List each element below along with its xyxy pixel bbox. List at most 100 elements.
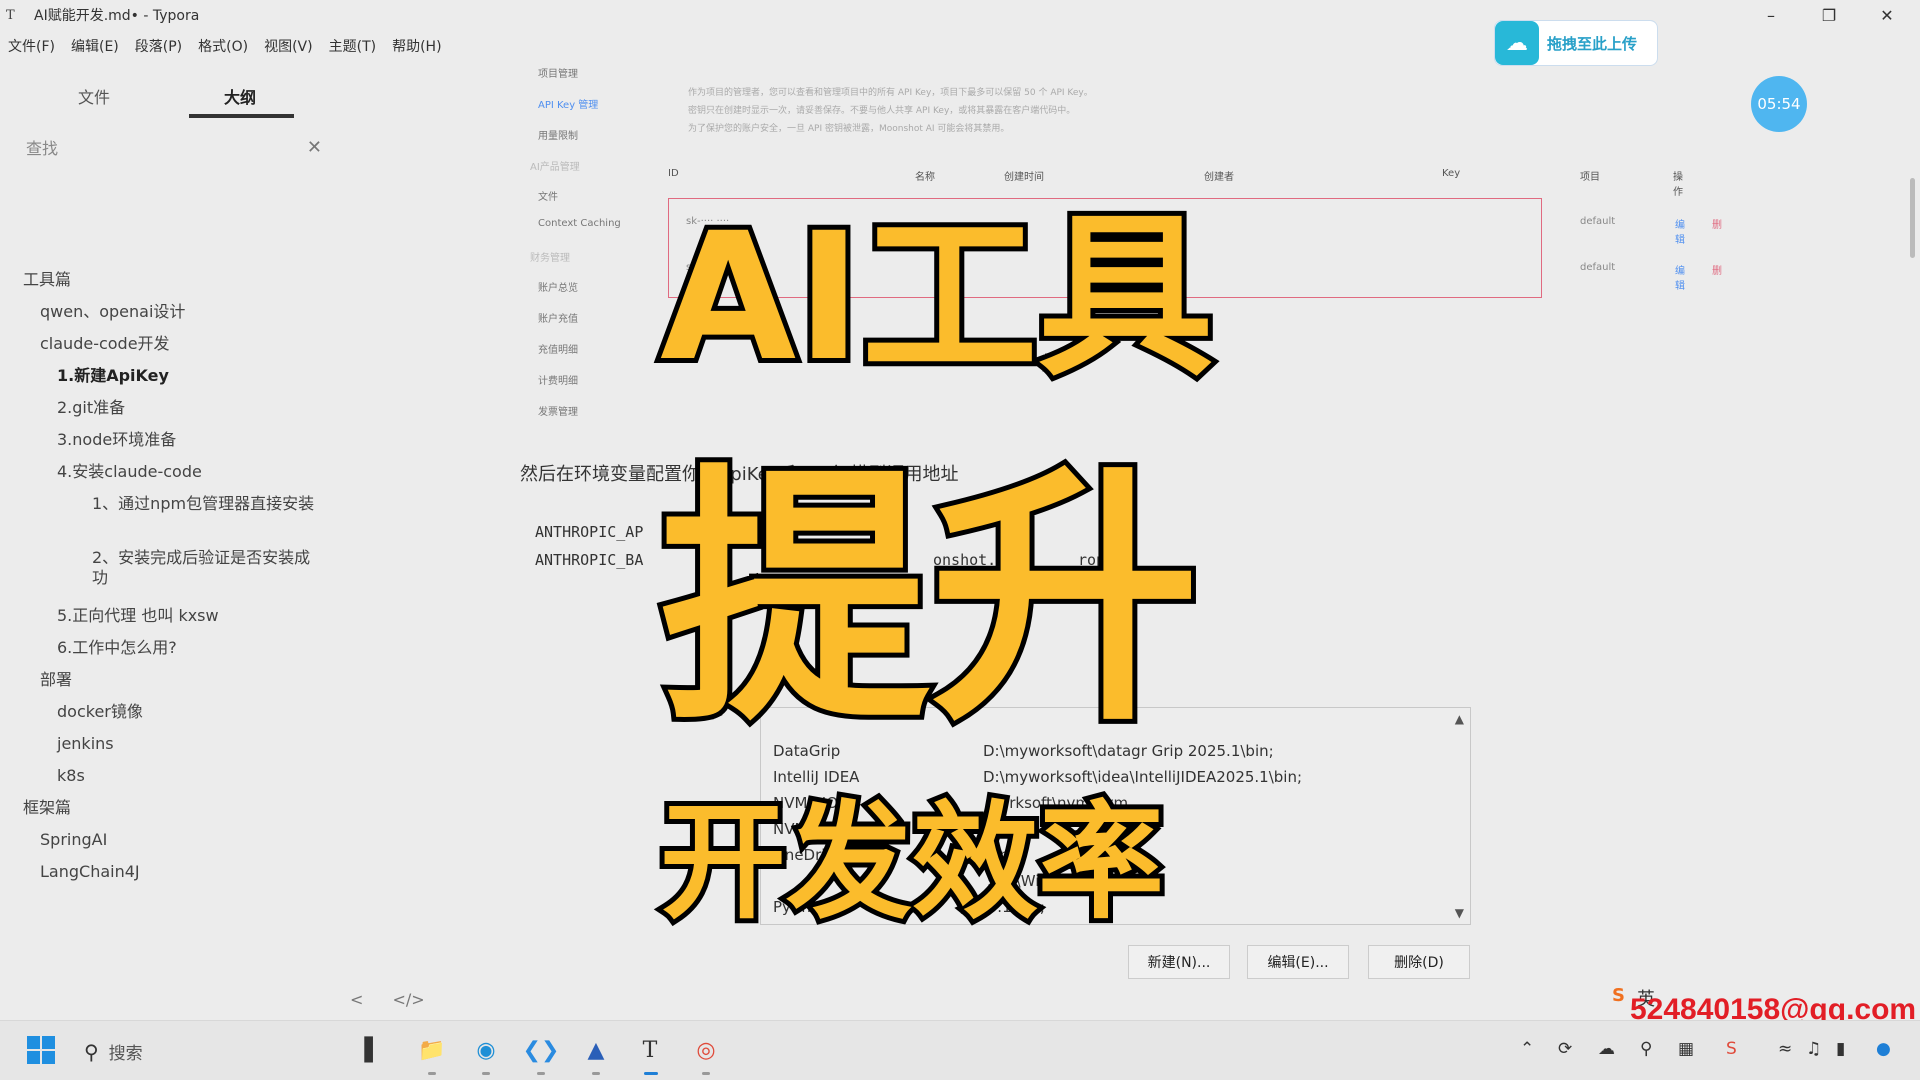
code-line[interactable]: ANTHROPIC_AP: [535, 523, 643, 541]
outline-item[interactable]: 部署: [40, 670, 72, 690]
outline-item[interactable]: 2、安装完成后验证是否安装成功: [92, 548, 320, 588]
menu-edit[interactable]: 编辑(E): [63, 34, 127, 60]
outline-item[interactable]: 4.安装claude-code: [57, 462, 202, 482]
menu-paragraph[interactable]: 段落(P): [127, 34, 190, 60]
source-code-mode-icon[interactable]: </>: [393, 990, 425, 1009]
app-cat-icon[interactable]: ▲: [579, 1033, 613, 1067]
table-cell-project: default: [1580, 262, 1616, 273]
col-header-project: 项目: [1580, 172, 1600, 183]
running-indicator: [592, 1072, 600, 1075]
col-header-action: 操作: [1673, 172, 1683, 198]
battery-icon[interactable]: ▮: [1836, 1039, 1845, 1059]
windows-start-icon[interactable]: [24, 1033, 58, 1067]
taskbar-search-label: 搜索: [108, 1044, 143, 1064]
console-nav-item: 账户充值: [538, 314, 578, 325]
edge-browser-icon[interactable]: ◉: [469, 1033, 503, 1067]
console-nav-item: API Key 管理: [538, 100, 599, 111]
taskbar-search[interactable]: ⚲ 搜索: [84, 1039, 143, 1065]
tab-files[interactable]: 文件: [78, 84, 110, 108]
typora-taskbar-icon[interactable]: T: [633, 1033, 667, 1067]
tab-outline[interactable]: 大纲: [224, 84, 256, 108]
onedrive-icon[interactable]: ☁: [1598, 1039, 1615, 1059]
outline-item[interactable]: jenkins: [57, 734, 114, 754]
sidebar: 文件 大纲 查找 ✕ 工具篇 qwen、openai设计 claude-code…: [0, 72, 330, 1022]
outline-item[interactable]: 6.工作中怎么用?: [57, 638, 177, 658]
running-indicator: [702, 1072, 710, 1075]
tray-overflow-icon[interactable]: ⌃: [1520, 1039, 1534, 1059]
console-nav-item: 计费明细: [538, 376, 578, 387]
minimize-button[interactable]: –: [1742, 0, 1800, 30]
menu-help[interactable]: 帮助(H): [384, 34, 449, 60]
outline-item[interactable]: claude-code开发: [40, 334, 170, 354]
editor-scrollbar[interactable]: [1910, 178, 1915, 258]
outline-item-active[interactable]: 1.新建ApiKey: [57, 366, 169, 386]
active-tab-indicator: [189, 114, 294, 118]
console-description: 作为项目的管理者，您可以查看和管理项目中的所有 API Key，项目下最多可以保…: [688, 88, 1093, 134]
vscode-icon[interactable]: ❮❯: [523, 1033, 560, 1067]
outline-item[interactable]: qwen、openai设计: [40, 302, 185, 322]
menu-theme[interactable]: 主题(T): [321, 34, 384, 60]
sync-icon[interactable]: ⟳: [1558, 1039, 1572, 1059]
menu-view[interactable]: 视图(V): [256, 34, 321, 60]
delete-env-button[interactable]: 删除(D): [1368, 945, 1470, 979]
upload-label: 拖拽至此上传: [1547, 34, 1638, 53]
cloud-upload-icon: ☁: [1495, 21, 1539, 65]
outline-item[interactable]: LangChain4J: [40, 862, 140, 882]
outline-item[interactable]: 框架篇: [23, 798, 71, 818]
close-window-button[interactable]: ✕: [1858, 0, 1916, 30]
outline-item[interactable]: SpringAI: [40, 830, 107, 850]
wifi-icon[interactable]: ≈: [1778, 1039, 1792, 1059]
running-indicator: [428, 1072, 436, 1075]
console-nav-item: 充值明细: [538, 345, 578, 356]
notification-bell-icon[interactable]: ●: [1876, 1039, 1891, 1059]
collapse-sidebar-icon[interactable]: <: [350, 990, 363, 1009]
col-header-name: 名称: [915, 172, 935, 183]
sidebar-tabs: 文件 大纲: [0, 72, 330, 118]
menu-format[interactable]: 格式(O): [190, 34, 256, 60]
outline-item[interactable]: 3.node环境准备: [57, 430, 176, 450]
console-nav-item: 账户总览: [538, 283, 578, 294]
maximize-button[interactable]: ❐: [1800, 0, 1858, 30]
console-nav-item: 用量限制: [538, 131, 578, 142]
clear-search-icon[interactable]: ✕: [307, 137, 322, 158]
overlay-title-line3: 开发效率: [655, 789, 1169, 936]
file-explorer-icon[interactable]: 📁: [415, 1033, 449, 1067]
menu-file[interactable]: 文件(F): [0, 34, 63, 60]
taskbar: ⚲ 搜索 ▌ 📁 ◉ ❮❯ ▲ T ◎ ⌃ ⟳ ☁ ⚲ ▦ S ≈ ♫ ▮ ●: [0, 1020, 1920, 1080]
console-nav-item: 文件: [538, 192, 558, 203]
delete-icon: 删: [1712, 220, 1722, 231]
outline-search[interactable]: 查找 ✕: [26, 132, 322, 162]
edit-env-button[interactable]: 编辑(E)...: [1247, 945, 1349, 979]
drag-upload-widget[interactable]: ☁ 拖拽至此上传: [1494, 20, 1658, 66]
console-nav-group: 财务管理: [530, 253, 570, 264]
active-app-indicator: [644, 1072, 658, 1075]
ime-tray-icon[interactable]: ▦: [1678, 1039, 1694, 1059]
new-env-button[interactable]: 新建(N)...: [1128, 945, 1230, 979]
code-line[interactable]: ANTHROPIC_BA: [535, 551, 643, 569]
scroll-up-icon[interactable]: ▲: [1455, 712, 1464, 726]
volume-icon[interactable]: ♫: [1806, 1039, 1821, 1059]
running-indicator: [482, 1072, 490, 1075]
sidebar-footer: < </>: [350, 990, 425, 1009]
outline-item[interactable]: 1、通过npm包管理器直接安装: [92, 494, 320, 514]
edit-link: 编辑: [1675, 220, 1685, 246]
microphone-icon[interactable]: ⚲: [1640, 1039, 1652, 1059]
outline-item[interactable]: k8s: [57, 766, 85, 786]
recording-timer: 05:54: [1751, 76, 1807, 132]
sogou-tray-icon[interactable]: S: [1726, 1039, 1737, 1059]
outline-item[interactable]: docker镜像: [57, 702, 143, 722]
console-nav-item: 发票管理: [538, 407, 578, 418]
outline-item[interactable]: 5.正向代理 也叫 kxsw: [57, 606, 219, 626]
outline-item[interactable]: 工具篇: [23, 270, 71, 290]
scroll-down-icon[interactable]: ▼: [1455, 906, 1464, 920]
sogou-ime-icon[interactable]: S: [1612, 985, 1625, 1011]
task-view-icon[interactable]: ▌: [356, 1033, 390, 1067]
outline-item[interactable]: 2.git准备: [57, 398, 125, 418]
window-title: AI赋能开发.md• - Typora: [34, 8, 200, 24]
console-nav-item: 项目管理: [538, 69, 578, 80]
env-var-row[interactable]: IntelliJ IDEA D:\myworksoft\idea\IntelliJ…: [773, 768, 1463, 786]
table-cell-project: default: [1580, 216, 1616, 227]
typora-app-icon: T: [6, 7, 15, 23]
chrome-icon[interactable]: ◎: [689, 1033, 723, 1067]
overlay-title-line2: 提升: [655, 442, 1205, 757]
